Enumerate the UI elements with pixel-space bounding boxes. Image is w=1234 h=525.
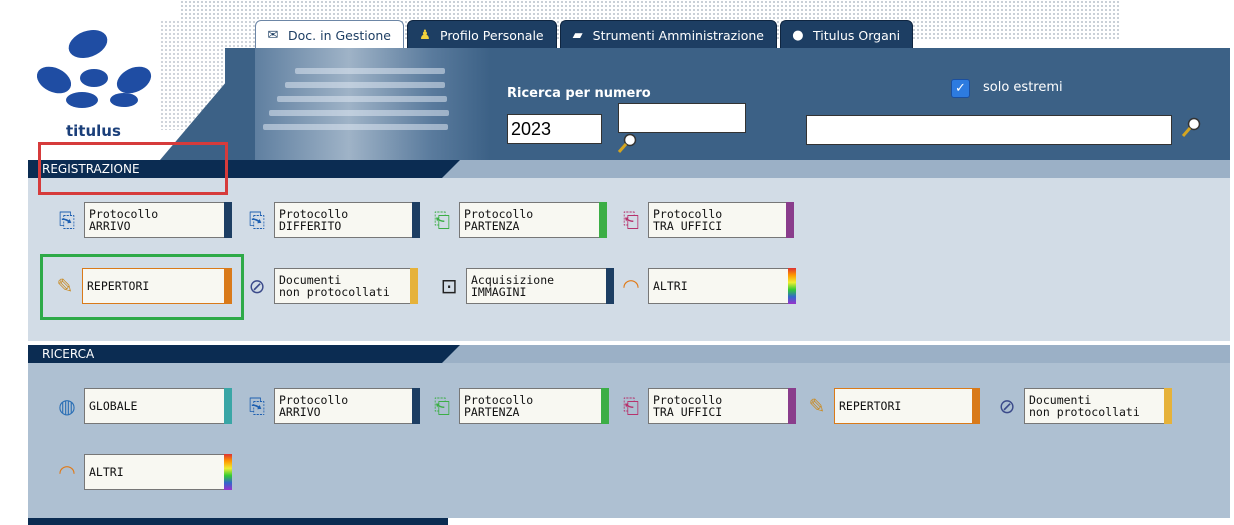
globe-icon: ◍ — [58, 394, 76, 418]
btn-protocollo-arrivo[interactable]: ⎘ Protocollo ARRIVO — [50, 202, 232, 238]
incoming-doc-icon: ⎘ — [249, 394, 265, 418]
bottom-bar — [28, 518, 448, 525]
paperclip-icon: ⊘ — [248, 274, 266, 298]
accent-stripe — [972, 388, 980, 424]
logo-text: titulus — [66, 122, 121, 140]
main-tabs: ✉ Doc. in Gestione ♟ Profilo Personale ▰… — [255, 18, 916, 50]
accent-stripe — [601, 388, 609, 424]
search-icon[interactable] — [1181, 117, 1201, 139]
accent-stripe — [1164, 388, 1172, 424]
incoming-doc-icon: ⎘ — [59, 208, 75, 232]
btn-ricerca-altri[interactable]: ◠ ALTRI — [50, 454, 232, 490]
paperclip-icon: ⊘ — [998, 394, 1016, 418]
accent-stripe — [412, 388, 420, 424]
accent-stripe — [788, 268, 796, 304]
accent-stripe — [410, 268, 418, 304]
btn-ricerca-protocollo-partenza[interactable]: ⎗ Protocollo PARTENZA — [425, 388, 609, 424]
accent-stripe — [786, 202, 794, 238]
btn-repertori[interactable]: ✎ REPERTORI — [48, 268, 232, 304]
tab-label: Strumenti Amministrazione — [592, 27, 764, 43]
envelope-icon: ✉ — [267, 27, 279, 43]
tab-label: Titulus Organi — [812, 27, 901, 43]
btn-protocollo-tra-uffici[interactable]: ⎗ Protocollo TRA UFFICI — [614, 202, 794, 238]
accent-stripe — [606, 268, 614, 304]
btn-ricerca-documenti-non-protocollati[interactable]: ⊘ Documenti non protocollati — [990, 388, 1172, 424]
btn-documenti-non-protocollati[interactable]: ⊘ Documenti non protocollati — [240, 268, 418, 304]
button-label: Documenti non protocollati — [1024, 388, 1164, 424]
button-label: Protocollo PARTENZA — [459, 388, 601, 424]
btn-ricerca-repertori[interactable]: ✎ REPERTORI — [800, 388, 980, 424]
tab-label: Profilo Personale — [440, 27, 544, 43]
accent-stripe — [224, 202, 232, 238]
year-input[interactable] — [507, 114, 602, 144]
person-icon: ♟ — [419, 27, 431, 43]
rainbow-icon: ◠ — [622, 274, 640, 298]
solo-estremi-label: solo estremi — [983, 80, 1063, 95]
pencil-icon: ✎ — [808, 394, 826, 418]
button-label: REPERTORI — [834, 388, 972, 424]
btn-altri[interactable]: ◠ ALTRI — [614, 268, 796, 304]
rainbow-icon: ◠ — [58, 460, 76, 484]
accent-stripe — [224, 454, 232, 490]
accent-stripe — [412, 202, 420, 238]
accent-stripe — [788, 388, 796, 424]
section-title-ricerca: RICERCA — [28, 345, 460, 363]
scanner-icon: ⊡ — [440, 274, 458, 298]
accent-stripe — [224, 268, 232, 304]
button-label: ALTRI — [84, 454, 224, 490]
tab-label: Doc. in Gestione — [288, 27, 391, 43]
pencil-icon: ✎ — [56, 274, 74, 298]
internal-doc-icon: ⎗ — [623, 208, 639, 232]
folder-icon: ▰ — [572, 27, 583, 43]
ricerca-per-numero-label: Ricerca per numero — [507, 86, 651, 101]
button-label: Protocollo ARRIVO — [274, 388, 412, 424]
accent-stripe — [599, 202, 607, 238]
tab-doc-in-gestione[interactable]: ✉ Doc. in Gestione — [255, 20, 404, 50]
button-label: GLOBALE — [84, 388, 224, 424]
button-label: Protocollo TRA UFFICI — [648, 202, 786, 238]
button-label: Protocollo TRA UFFICI — [648, 388, 788, 424]
highlight-red — [38, 142, 228, 195]
outgoing-doc-icon: ⎗ — [434, 394, 450, 418]
button-label: Protocollo DIFFERITO — [274, 202, 412, 238]
btn-protocollo-partenza[interactable]: ⎗ Protocollo PARTENZA — [425, 202, 607, 238]
ricerca-panel — [28, 363, 1230, 518]
free-search-input[interactable] — [806, 115, 1172, 145]
speech-bubble-icon: ● — [792, 27, 804, 43]
accent-stripe — [224, 388, 232, 424]
solo-estremi-checkbox[interactable]: ✓ — [951, 79, 970, 98]
tab-titulus-organi[interactable]: ● Titulus Organi — [779, 20, 914, 50]
btn-ricerca-protocollo-tra-uffici[interactable]: ⎗ Protocollo TRA UFFICI — [614, 388, 796, 424]
tab-strumenti-amministrazione[interactable]: ▰ Strumenti Amministrazione — [559, 20, 777, 50]
button-label: REPERTORI — [82, 268, 224, 304]
button-label: Protocollo ARRIVO — [84, 202, 224, 238]
btn-acquisizione-immagini[interactable]: ⊡ Acquisizione IMMAGINI — [432, 268, 614, 304]
button-label: Protocollo PARTENZA — [459, 202, 599, 238]
internal-doc-icon: ⎗ — [623, 394, 639, 418]
outgoing-doc-icon: ⎗ — [434, 208, 450, 232]
tab-profilo-personale[interactable]: ♟ Profilo Personale — [407, 20, 557, 50]
keyboard-photo — [255, 48, 490, 160]
button-label: Acquisizione IMMAGINI — [466, 268, 606, 304]
btn-ricerca-protocollo-arrivo[interactable]: ⎘ Protocollo ARRIVO — [240, 388, 420, 424]
button-label: Documenti non protocollati — [274, 268, 410, 304]
button-label: ALTRI — [648, 268, 788, 304]
number-input[interactable] — [618, 103, 746, 133]
btn-protocollo-differito[interactable]: ⎘ Protocollo DIFFERITO — [240, 202, 420, 238]
btn-ricerca-globale[interactable]: ◍ GLOBALE — [50, 388, 232, 424]
incoming-doc-icon: ⎘ — [249, 208, 265, 232]
search-icon[interactable] — [617, 133, 637, 155]
